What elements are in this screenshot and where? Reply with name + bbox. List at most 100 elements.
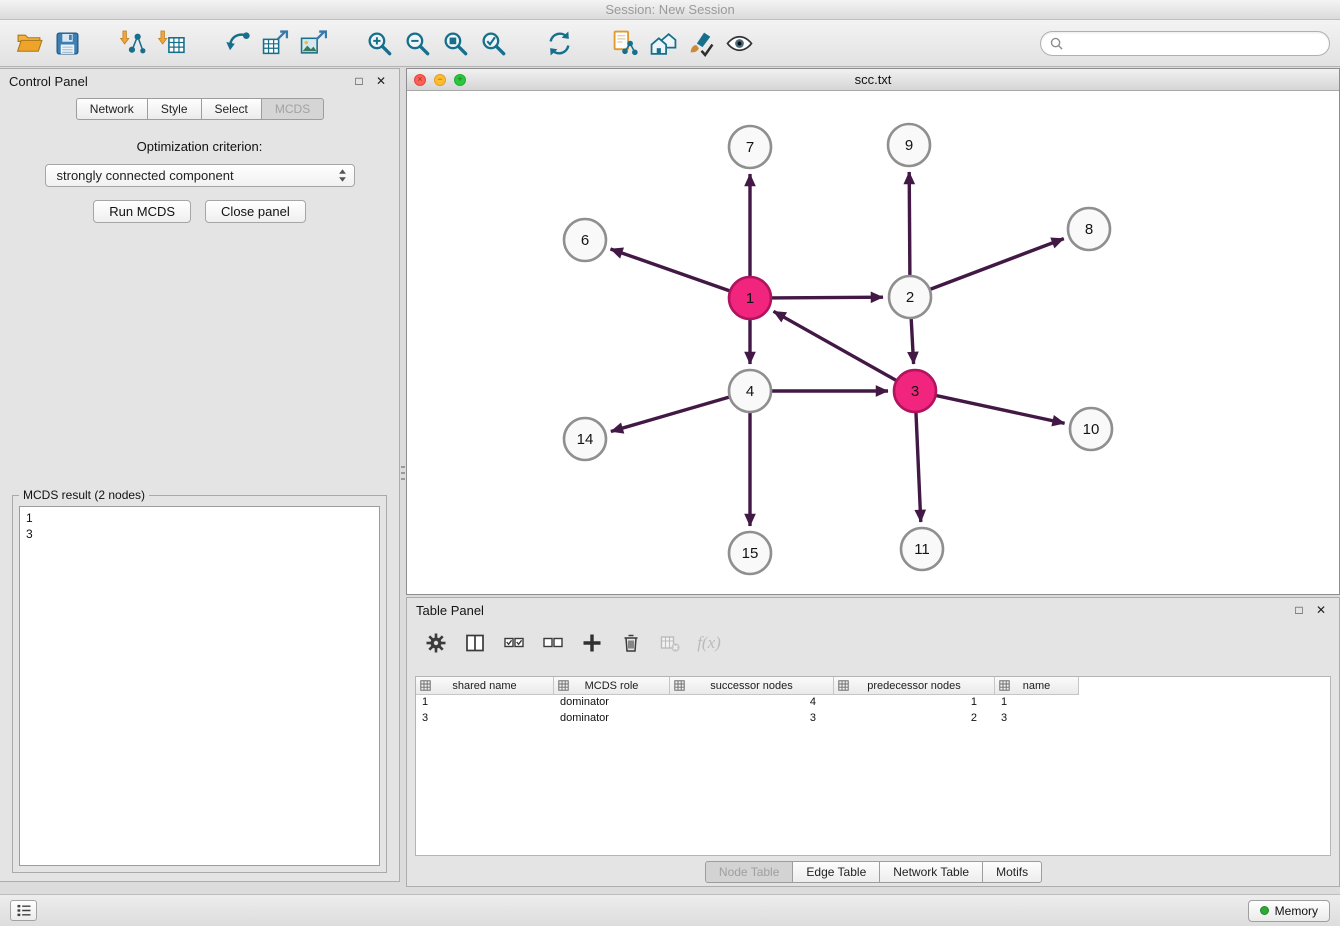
toolbar-group [606,25,758,61]
node-4[interactable]: 4 [729,370,771,412]
table-cell: 1 [416,695,554,711]
svg-text:11: 11 [914,541,930,558]
select-all-rows-button[interactable] [501,630,527,656]
delete-row-button[interactable] [618,630,644,656]
node-15[interactable]: 15 [729,532,771,574]
control-panel-close-button[interactable]: ✕ [372,72,390,90]
window-minimize-button[interactable]: − [434,74,446,86]
column-label: MCDS role [585,680,639,692]
svg-text:4: 4 [746,383,754,400]
delete-row-icon [621,633,641,653]
edge-3-11[interactable] [916,411,921,522]
edge-1-2[interactable] [770,297,883,298]
table-panel-close-button[interactable]: ✕ [1312,601,1330,619]
import-network-button[interactable] [114,25,152,61]
window-titlebar[interactable]: Session: New Session [0,0,1340,20]
edge-3-10[interactable] [935,395,1065,423]
table-panel-title: Table Panel [416,603,484,618]
first-neighbors-button[interactable] [644,25,682,61]
table-settings-button[interactable] [423,630,449,656]
network-window-titlebar[interactable]: scc.txt × − + [407,69,1339,91]
edge-2-9[interactable] [909,172,910,277]
mcds-result-groupbox: MCDS result (2 nodes) 13 [12,495,387,873]
import-table-button[interactable] [152,25,190,61]
new-network-button[interactable] [218,25,256,61]
zoom-selected-button[interactable] [474,25,512,61]
column-header-shared-name[interactable]: shared name [416,677,554,695]
table-row[interactable]: 3dominator323 [416,711,1330,727]
table-panel-header: Table Panel □ ✕ [407,598,1339,622]
toggle-graphics-button[interactable] [720,25,758,61]
node-10[interactable]: 10 [1070,408,1112,450]
vertical-splitter-grip[interactable] [401,466,405,482]
edge-3-1[interactable] [774,311,898,381]
zoom-out-button[interactable] [398,25,436,61]
zoom-fit-button[interactable] [436,25,474,61]
tab-mcds[interactable]: MCDS [261,98,324,120]
select-all-rows-icon [504,633,524,653]
column-header-name[interactable]: name [995,677,1079,695]
network-canvas[interactable]: 7 9 6 8 1 2 4 3 14 10 15 11 [407,91,1339,594]
node-9[interactable]: 9 [888,124,930,166]
save-session-button[interactable] [48,25,86,61]
control-panel-float-button[interactable]: □ [350,72,368,90]
table-panel-float-button[interactable]: □ [1290,601,1308,619]
node-1[interactable]: 1 [729,277,771,319]
open-file-button[interactable] [10,25,48,61]
optimization-criterion-select[interactable]: strongly connected component [45,164,355,187]
node-2[interactable]: 2 [889,276,931,318]
node-14[interactable]: 14 [564,418,606,460]
column-header-successor-nodes[interactable]: successor nodes [670,677,834,695]
node-7[interactable]: 7 [729,126,771,168]
tab-node-table[interactable]: Node Table [705,861,794,883]
save-session-icon [54,30,81,57]
function-builder-button[interactable]: f(x) [696,630,722,656]
node-3[interactable]: 3 [894,370,936,412]
search-input[interactable] [1068,36,1320,50]
apply-style-button[interactable] [682,25,720,61]
window-zoom-button[interactable]: + [454,74,466,86]
export-image-icon [300,30,327,57]
edge-4-14[interactable] [611,397,731,432]
delete-table-icon [660,633,680,653]
export-table-button[interactable] [256,25,294,61]
add-row-button[interactable] [579,630,605,656]
tab-network[interactable]: Network [76,98,148,120]
refresh-view-button[interactable] [540,25,578,61]
network-from-selection-button[interactable] [606,25,644,61]
zoom-in-button[interactable] [360,25,398,61]
network-graph[interactable]: 7 9 6 8 1 2 4 3 14 10 15 11 [407,91,1339,594]
tab-motifs[interactable]: Motifs [982,861,1042,883]
panels-menu-button[interactable] [10,900,37,921]
mcds-panel-body: Optimization criterion: strongly connect… [0,120,399,223]
edge-2-8[interactable] [929,239,1064,290]
run-mcds-button[interactable]: Run MCDS [93,200,191,223]
svg-text:9: 9 [905,137,913,154]
close-panel-button[interactable]: Close panel [205,200,306,223]
memory-button[interactable]: Memory [1248,900,1330,922]
window-close-button[interactable]: × [414,74,426,86]
export-image-button[interactable] [294,25,332,61]
control-panel-tabs: NetworkStyleSelectMCDS [0,93,399,120]
node-11[interactable]: 11 [901,528,943,570]
tab-select[interactable]: Select [201,98,262,120]
column-layout-button[interactable] [462,630,488,656]
node-8[interactable]: 8 [1068,208,1110,250]
tab-edge-table[interactable]: Edge Table [792,861,880,883]
control-panel-title: Control Panel [9,74,88,89]
zoom-in-icon [366,30,393,57]
edge-2-3[interactable] [911,317,914,364]
column-header-mcds-role[interactable]: MCDS role [554,677,670,695]
tab-style[interactable]: Style [147,98,202,120]
deselect-all-rows-icon [543,633,563,653]
optimization-criterion-label: Optimization criterion: [0,139,399,154]
node-6[interactable]: 6 [564,219,606,261]
delete-table-button[interactable] [657,630,683,656]
edge-1-6[interactable] [611,249,732,291]
search-box[interactable] [1040,31,1330,56]
tab-network-table[interactable]: Network Table [879,861,983,883]
deselect-all-rows-button[interactable] [540,630,566,656]
table-row[interactable]: 1dominator411 [416,695,1330,711]
svg-text:7: 7 [746,139,754,156]
column-header-predecessor-nodes[interactable]: predecessor nodes [834,677,995,695]
